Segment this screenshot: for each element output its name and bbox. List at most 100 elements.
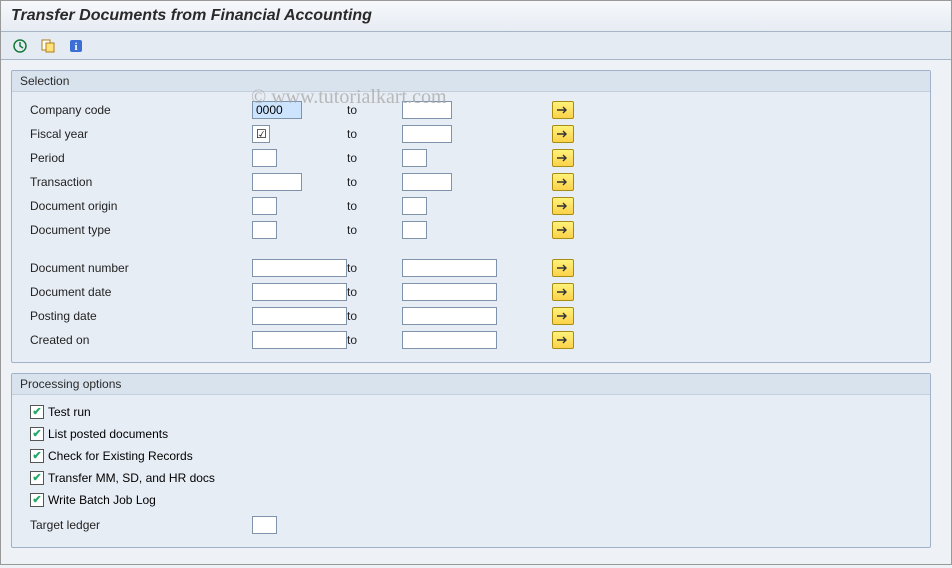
field-label: Document type xyxy=(22,223,252,237)
selection-row-a-2: Period to xyxy=(22,146,920,170)
to-label: to xyxy=(347,199,402,213)
a-from-input-1[interactable] xyxy=(252,125,270,143)
multiple-selection-button[interactable] xyxy=(552,259,574,277)
processing-check-1: List posted documents xyxy=(22,423,920,445)
checkbox[interactable] xyxy=(30,471,44,485)
field-label: Transaction xyxy=(22,175,252,189)
b-to-input-0[interactable] xyxy=(402,259,497,277)
selection-row-b-0: Document number to xyxy=(22,256,920,280)
a-to-input-3[interactable] xyxy=(402,173,452,191)
arrow-right-icon xyxy=(556,225,570,235)
checkbox[interactable] xyxy=(30,405,44,419)
arrow-right-icon xyxy=(556,105,570,115)
arrow-right-icon xyxy=(556,287,570,297)
processing-check-3: Transfer MM, SD, and HR docs xyxy=(22,467,920,489)
checkbox[interactable] xyxy=(30,427,44,441)
svg-text:i: i xyxy=(74,41,77,53)
selection-row-b-1: Document date to xyxy=(22,280,920,304)
arrow-right-icon xyxy=(556,129,570,139)
selection-row-a-1: Fiscal year to xyxy=(22,122,920,146)
field-label: Fiscal year xyxy=(22,127,252,141)
field-label: Period xyxy=(22,151,252,165)
b-to-input-1[interactable] xyxy=(402,283,497,301)
selection-group: Selection Company code to Fiscal year to… xyxy=(11,70,931,363)
a-from-input-3[interactable] xyxy=(252,173,302,191)
to-label: to xyxy=(347,103,402,117)
a-from-input-5[interactable] xyxy=(252,221,277,239)
field-label: Document date xyxy=(22,285,252,299)
selection-row-b-2: Posting date to xyxy=(22,304,920,328)
info-icon: i xyxy=(68,38,84,54)
multiple-selection-button[interactable] xyxy=(552,221,574,239)
b-from-input-2[interactable] xyxy=(252,307,347,325)
selection-group-title: Selection xyxy=(12,71,930,92)
to-label: to xyxy=(347,175,402,189)
target-ledger-input[interactable] xyxy=(252,516,277,534)
b-to-input-3[interactable] xyxy=(402,331,497,349)
selection-row-a-4: Document origin to xyxy=(22,194,920,218)
multiple-selection-button[interactable] xyxy=(552,101,574,119)
arrow-right-icon xyxy=(556,335,570,345)
b-from-input-1[interactable] xyxy=(252,283,347,301)
multiple-selection-button[interactable] xyxy=(552,173,574,191)
toolbar: i xyxy=(1,32,951,60)
variant-button[interactable] xyxy=(37,36,59,56)
checkbox[interactable] xyxy=(30,449,44,463)
multiple-selection-button[interactable] xyxy=(552,149,574,167)
multiple-selection-button[interactable] xyxy=(552,283,574,301)
selection-row-b-3: Created on to xyxy=(22,328,920,352)
field-label: Document origin xyxy=(22,199,252,213)
arrow-right-icon xyxy=(556,201,570,211)
a-from-input-4[interactable] xyxy=(252,197,277,215)
a-to-input-2[interactable] xyxy=(402,149,427,167)
variant-icon xyxy=(40,38,56,54)
to-label: to xyxy=(347,223,402,237)
field-label: Target ledger xyxy=(22,518,252,532)
target-ledger-row: Target ledger xyxy=(22,513,920,537)
a-from-input-0[interactable] xyxy=(252,101,302,119)
multiple-selection-button[interactable] xyxy=(552,307,574,325)
a-to-input-4[interactable] xyxy=(402,197,427,215)
a-to-input-0[interactable] xyxy=(402,101,452,119)
a-from-input-2[interactable] xyxy=(252,149,277,167)
processing-check-2: Check for Existing Records xyxy=(22,445,920,467)
to-label: to xyxy=(347,333,402,347)
field-label: Document number xyxy=(22,261,252,275)
b-to-input-2[interactable] xyxy=(402,307,497,325)
a-to-input-1[interactable] xyxy=(402,125,452,143)
processing-group-title: Processing options xyxy=(12,374,930,395)
arrow-right-icon xyxy=(556,311,570,321)
clock-icon xyxy=(12,38,28,54)
field-label: Created on xyxy=(22,333,252,347)
multiple-selection-button[interactable] xyxy=(552,197,574,215)
execute-button[interactable] xyxy=(9,36,31,56)
arrow-right-icon xyxy=(556,177,570,187)
a-to-input-5[interactable] xyxy=(402,221,427,239)
to-label: to xyxy=(347,151,402,165)
multiple-selection-button[interactable] xyxy=(552,125,574,143)
selection-row-a-3: Transaction to xyxy=(22,170,920,194)
to-label: to xyxy=(347,285,402,299)
to-label: to xyxy=(347,261,402,275)
selection-row-a-5: Document type to xyxy=(22,218,920,242)
checkbox-label: Check for Existing Records xyxy=(48,449,193,463)
multiple-selection-button[interactable] xyxy=(552,331,574,349)
b-from-input-0[interactable] xyxy=(252,259,347,277)
processing-check-0: Test run xyxy=(22,401,920,423)
info-button[interactable]: i xyxy=(65,36,87,56)
to-label: to xyxy=(347,127,402,141)
selection-row-a-0: Company code to xyxy=(22,98,920,122)
arrow-right-icon xyxy=(556,263,570,273)
checkbox-label: Write Batch Job Log xyxy=(48,493,156,507)
field-label: Company code xyxy=(22,103,252,117)
checkbox-label: Transfer MM, SD, and HR docs xyxy=(48,471,215,485)
b-from-input-3[interactable] xyxy=(252,331,347,349)
to-label: to xyxy=(347,309,402,323)
page-title: Transfer Documents from Financial Accoun… xyxy=(1,1,951,32)
checkbox-label: Test run xyxy=(48,405,91,419)
processing-check-4: Write Batch Job Log xyxy=(22,489,920,511)
field-label: Posting date xyxy=(22,309,252,323)
checkbox[interactable] xyxy=(30,493,44,507)
arrow-right-icon xyxy=(556,153,570,163)
checkbox-label: List posted documents xyxy=(48,427,168,441)
